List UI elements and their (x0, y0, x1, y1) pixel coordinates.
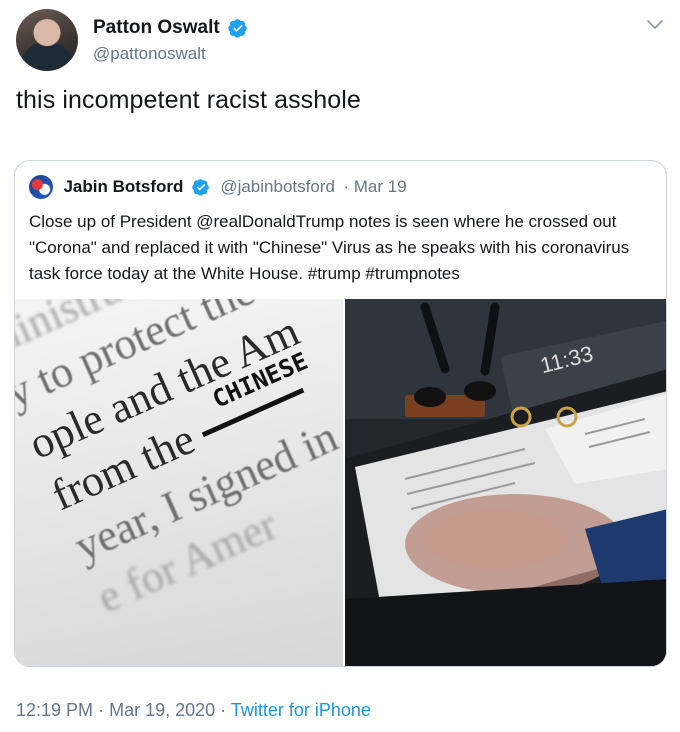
quoted-tweet-text: Close up of President @realDonaldTrump n… (29, 212, 630, 283)
verified-badge-icon (228, 19, 247, 38)
tweet-header: Patton Oswalt @pattonoswalt (16, 9, 664, 73)
author-display-name[interactable]: Patton Oswalt (93, 17, 220, 39)
notes-text-lines: ministration y to protect the ople and t… (15, 299, 343, 626)
chevron-down-icon[interactable] (646, 15, 664, 33)
author-handle[interactable]: @pattonoswalt (93, 44, 248, 64)
quoted-tweet[interactable]: Jabin Botsford @jabinbotsford · Mar 19 C… (14, 160, 667, 667)
quoted-avatar[interactable] (29, 175, 53, 199)
quoted-tweet-header: Jabin Botsford @jabinbotsford · Mar 19 (29, 175, 407, 199)
quoted-handle[interactable]: @jabinbotsford (220, 177, 335, 197)
quoted-display-name[interactable]: Jabin Botsford (63, 177, 183, 197)
quoted-media[interactable]: ministration y to protect the ople and t… (15, 299, 666, 666)
notes-closeup-photo[interactable]: ministration y to protect the ople and t… (15, 299, 343, 666)
tweet-source-link[interactable]: Twitter for iPhone (231, 700, 371, 720)
separator: · (220, 700, 227, 720)
tweet-footer: 12:19 PM · Mar 19, 2020 · Twitter for iP… (16, 700, 371, 721)
tweet-date[interactable]: Mar 19, 2020 (109, 700, 215, 720)
podium-photo[interactable]: 11:33 (345, 299, 666, 666)
tweet-text: this incompetent racist asshole (16, 86, 361, 114)
avatar[interactable] (16, 9, 78, 71)
author-names: Patton Oswalt @pattonoswalt (93, 17, 248, 64)
podium-scene (345, 299, 666, 666)
quoted-date[interactable]: · Mar 19 (343, 177, 406, 197)
verified-badge-icon (192, 179, 209, 196)
separator: · (98, 700, 105, 720)
tweet-time[interactable]: 12:19 PM (16, 700, 93, 720)
